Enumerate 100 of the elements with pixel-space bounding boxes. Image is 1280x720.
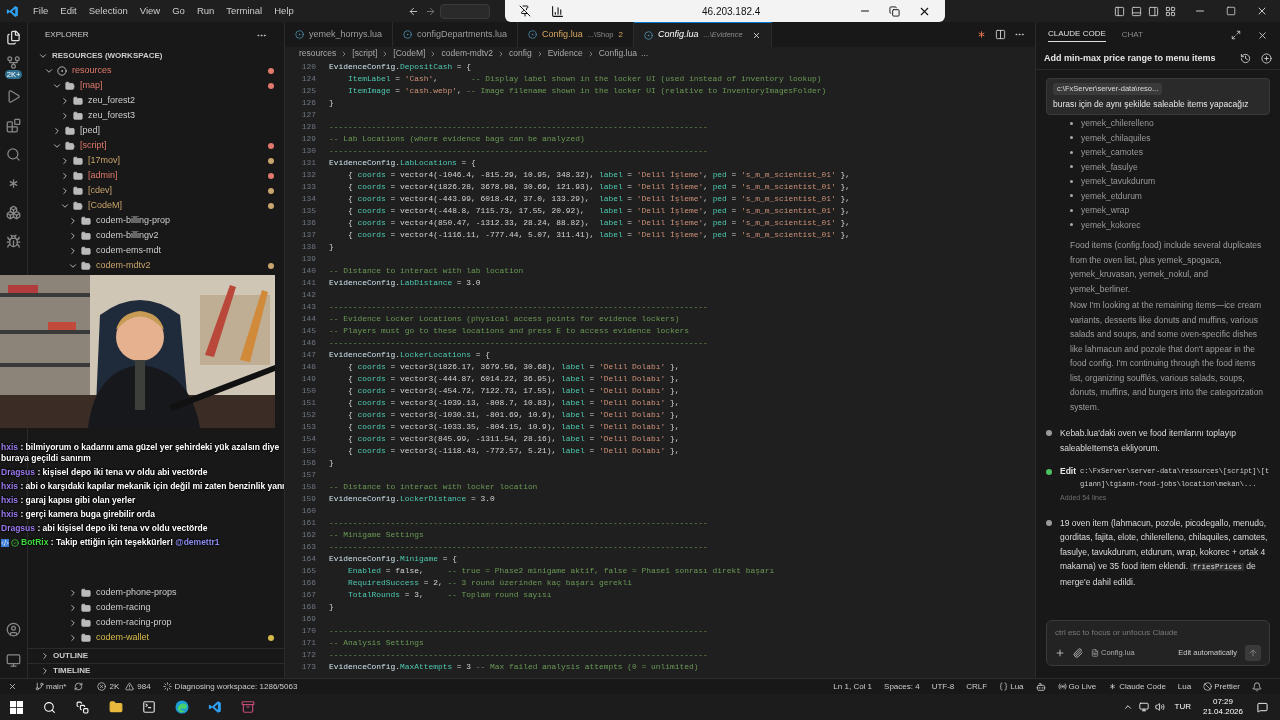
tree-item[interactable]: [script] bbox=[28, 138, 284, 153]
breadcrumb-item[interactable]: Config.lua bbox=[598, 47, 637, 60]
send-button[interactable] bbox=[1245, 645, 1261, 661]
close-icon[interactable] bbox=[1256, 5, 1268, 17]
menu-item[interactable]: Run bbox=[190, 3, 221, 19]
menu-item[interactable]: Help bbox=[268, 3, 300, 19]
sync-icon[interactable] bbox=[74, 682, 84, 691]
back-icon[interactable] bbox=[407, 5, 419, 17]
status-item[interactable]: CRLF bbox=[966, 680, 988, 693]
tree-item[interactable]: codem-billingv2 bbox=[28, 228, 284, 243]
panel-tab[interactable]: CHAT bbox=[1121, 28, 1143, 42]
file-explorer-icon[interactable] bbox=[109, 700, 123, 714]
menu-item[interactable]: Go bbox=[166, 3, 191, 19]
monitor-icon[interactable] bbox=[6, 653, 21, 668]
panel-tab[interactable]: CLAUDE CODE bbox=[1048, 28, 1106, 42]
extensions-icon[interactable] bbox=[6, 118, 21, 133]
maximize-panel-icon[interactable] bbox=[1231, 30, 1241, 40]
language-mode[interactable]: Lua bbox=[999, 680, 1024, 693]
network-icon[interactable] bbox=[1138, 702, 1149, 712]
attach-icon[interactable] bbox=[1073, 648, 1083, 658]
toggle-secondary-sidebar-icon[interactable] bbox=[1148, 5, 1159, 17]
tree-item[interactable]: [17mov] bbox=[28, 153, 284, 168]
boxes-icon[interactable] bbox=[6, 205, 21, 220]
windows-start-icon[interactable] bbox=[10, 700, 23, 714]
signal-icon[interactable] bbox=[551, 4, 564, 18]
menu-item[interactable]: File bbox=[27, 3, 55, 19]
history-icon[interactable] bbox=[1240, 53, 1251, 64]
unpin-icon[interactable] bbox=[519, 5, 531, 17]
tray-overflow-icon[interactable] bbox=[1122, 702, 1133, 712]
status-item[interactable]: Ln 1, Col 1 bbox=[833, 680, 873, 693]
close-tab-icon[interactable] bbox=[751, 30, 761, 40]
prettier-item[interactable]: Prettier bbox=[1203, 680, 1240, 693]
browser-icon[interactable] bbox=[175, 700, 189, 714]
sidebar-section-header[interactable]: OUTLINE bbox=[28, 648, 284, 663]
breadcrumb-item[interactable]: [CodeM] bbox=[393, 47, 426, 60]
input-language[interactable]: TUR bbox=[1174, 701, 1191, 713]
tree-item[interactable]: zeu_forest3 bbox=[28, 108, 284, 123]
account-icon[interactable] bbox=[6, 622, 21, 637]
tree-item[interactable]: codem-ems-mdt bbox=[28, 243, 284, 258]
go-live-item[interactable]: Go Live bbox=[1057, 680, 1097, 693]
breadcrumb-item[interactable]: resources bbox=[299, 47, 337, 60]
tree-item[interactable]: codem-phone-props bbox=[28, 585, 284, 600]
breadcrumb-item[interactable]: ... bbox=[640, 47, 648, 60]
split-editor-icon[interactable] bbox=[995, 29, 1006, 40]
volume-icon[interactable] bbox=[1154, 702, 1165, 712]
status-item[interactable]: Spaces: 4 bbox=[884, 680, 920, 693]
remote-restore-icon[interactable] bbox=[889, 5, 900, 17]
search-icon[interactable] bbox=[43, 700, 56, 714]
breadcrumb-item[interactable]: [script] bbox=[352, 47, 378, 60]
workspace-header[interactable]: RESOURCES (WORKSPACE) bbox=[28, 48, 284, 63]
forward-icon[interactable] bbox=[424, 5, 436, 17]
lua-server-item[interactable]: Lua bbox=[1177, 680, 1192, 693]
command-center-field[interactable] bbox=[439, 3, 490, 19]
tree-item[interactable]: codem-racing bbox=[28, 600, 284, 615]
tree-item[interactable]: [CodeM] bbox=[28, 198, 284, 213]
toggle-panel-icon[interactable] bbox=[1131, 5, 1142, 17]
maximize-icon[interactable] bbox=[1226, 6, 1236, 16]
problems-indicator[interactable]: 2K 984 bbox=[97, 680, 151, 693]
layout-icon[interactable] bbox=[1165, 5, 1176, 17]
tree-item[interactable]: codem-mdtv2 bbox=[28, 258, 284, 273]
breadcrumb-item[interactable]: codem-mdtv2 bbox=[441, 47, 493, 60]
tree-item[interactable]: [cdev] bbox=[28, 183, 284, 198]
tree-item[interactable]: resources bbox=[28, 63, 284, 78]
explorer-icon[interactable] bbox=[6, 30, 21, 45]
close-panel-icon[interactable] bbox=[1257, 29, 1268, 41]
terminal-icon[interactable] bbox=[142, 700, 156, 714]
branch-indicator[interactable]: main* bbox=[35, 680, 67, 693]
editor-tab[interactable]: configDepartments.lua bbox=[393, 22, 519, 47]
copilot-icon[interactable] bbox=[1035, 681, 1046, 692]
claude-code-item[interactable]: Claude Code bbox=[1108, 680, 1166, 693]
remote-icon[interactable] bbox=[8, 682, 17, 691]
run-debug-icon[interactable] bbox=[6, 89, 21, 104]
breadcrumb-item[interactable]: Evidence bbox=[547, 47, 583, 60]
menu-item[interactable]: Edit bbox=[54, 3, 83, 19]
add-icon[interactable] bbox=[1055, 648, 1065, 658]
task-view-icon[interactable] bbox=[76, 700, 89, 714]
menu-item[interactable]: Terminal bbox=[220, 3, 269, 19]
status-item[interactable]: UTF-8 bbox=[931, 680, 955, 693]
new-session-icon[interactable] bbox=[1261, 53, 1272, 64]
archive-app-icon[interactable] bbox=[241, 700, 255, 714]
notifications-icon[interactable] bbox=[1252, 681, 1262, 692]
tree-item[interactable]: codem-racing-prop bbox=[28, 615, 284, 630]
diagnostics-status[interactable]: Diagnosing workspace: 1286/5063 bbox=[162, 680, 298, 693]
tree-item[interactable]: [map] bbox=[28, 78, 284, 93]
tree-item[interactable]: [admin] bbox=[28, 168, 284, 183]
toggle-sidebar-icon[interactable] bbox=[1114, 5, 1125, 17]
notification-center-icon[interactable] bbox=[1257, 701, 1268, 713]
tree-item[interactable]: [ped] bbox=[28, 123, 284, 138]
clock[interactable]: 07:29 21.04.2026 bbox=[1202, 697, 1243, 717]
tree-label: zeu_forest3 bbox=[88, 108, 136, 122]
menu-item[interactable]: View bbox=[133, 3, 167, 19]
breadcrumb-item[interactable]: config bbox=[509, 47, 532, 60]
asterisk-icon[interactable] bbox=[976, 29, 987, 40]
menu-item[interactable]: Selection bbox=[82, 3, 134, 19]
source-control-icon[interactable] bbox=[6, 55, 21, 70]
tree-item[interactable]: codem-wallet bbox=[28, 630, 284, 645]
tree-item[interactable]: zeu_forest2 bbox=[28, 93, 284, 108]
bug-icon[interactable] bbox=[6, 234, 21, 249]
editor-tab[interactable]: yemek_hornys.lua bbox=[285, 22, 394, 47]
tree-item[interactable]: codem-billing-prop bbox=[28, 213, 284, 228]
